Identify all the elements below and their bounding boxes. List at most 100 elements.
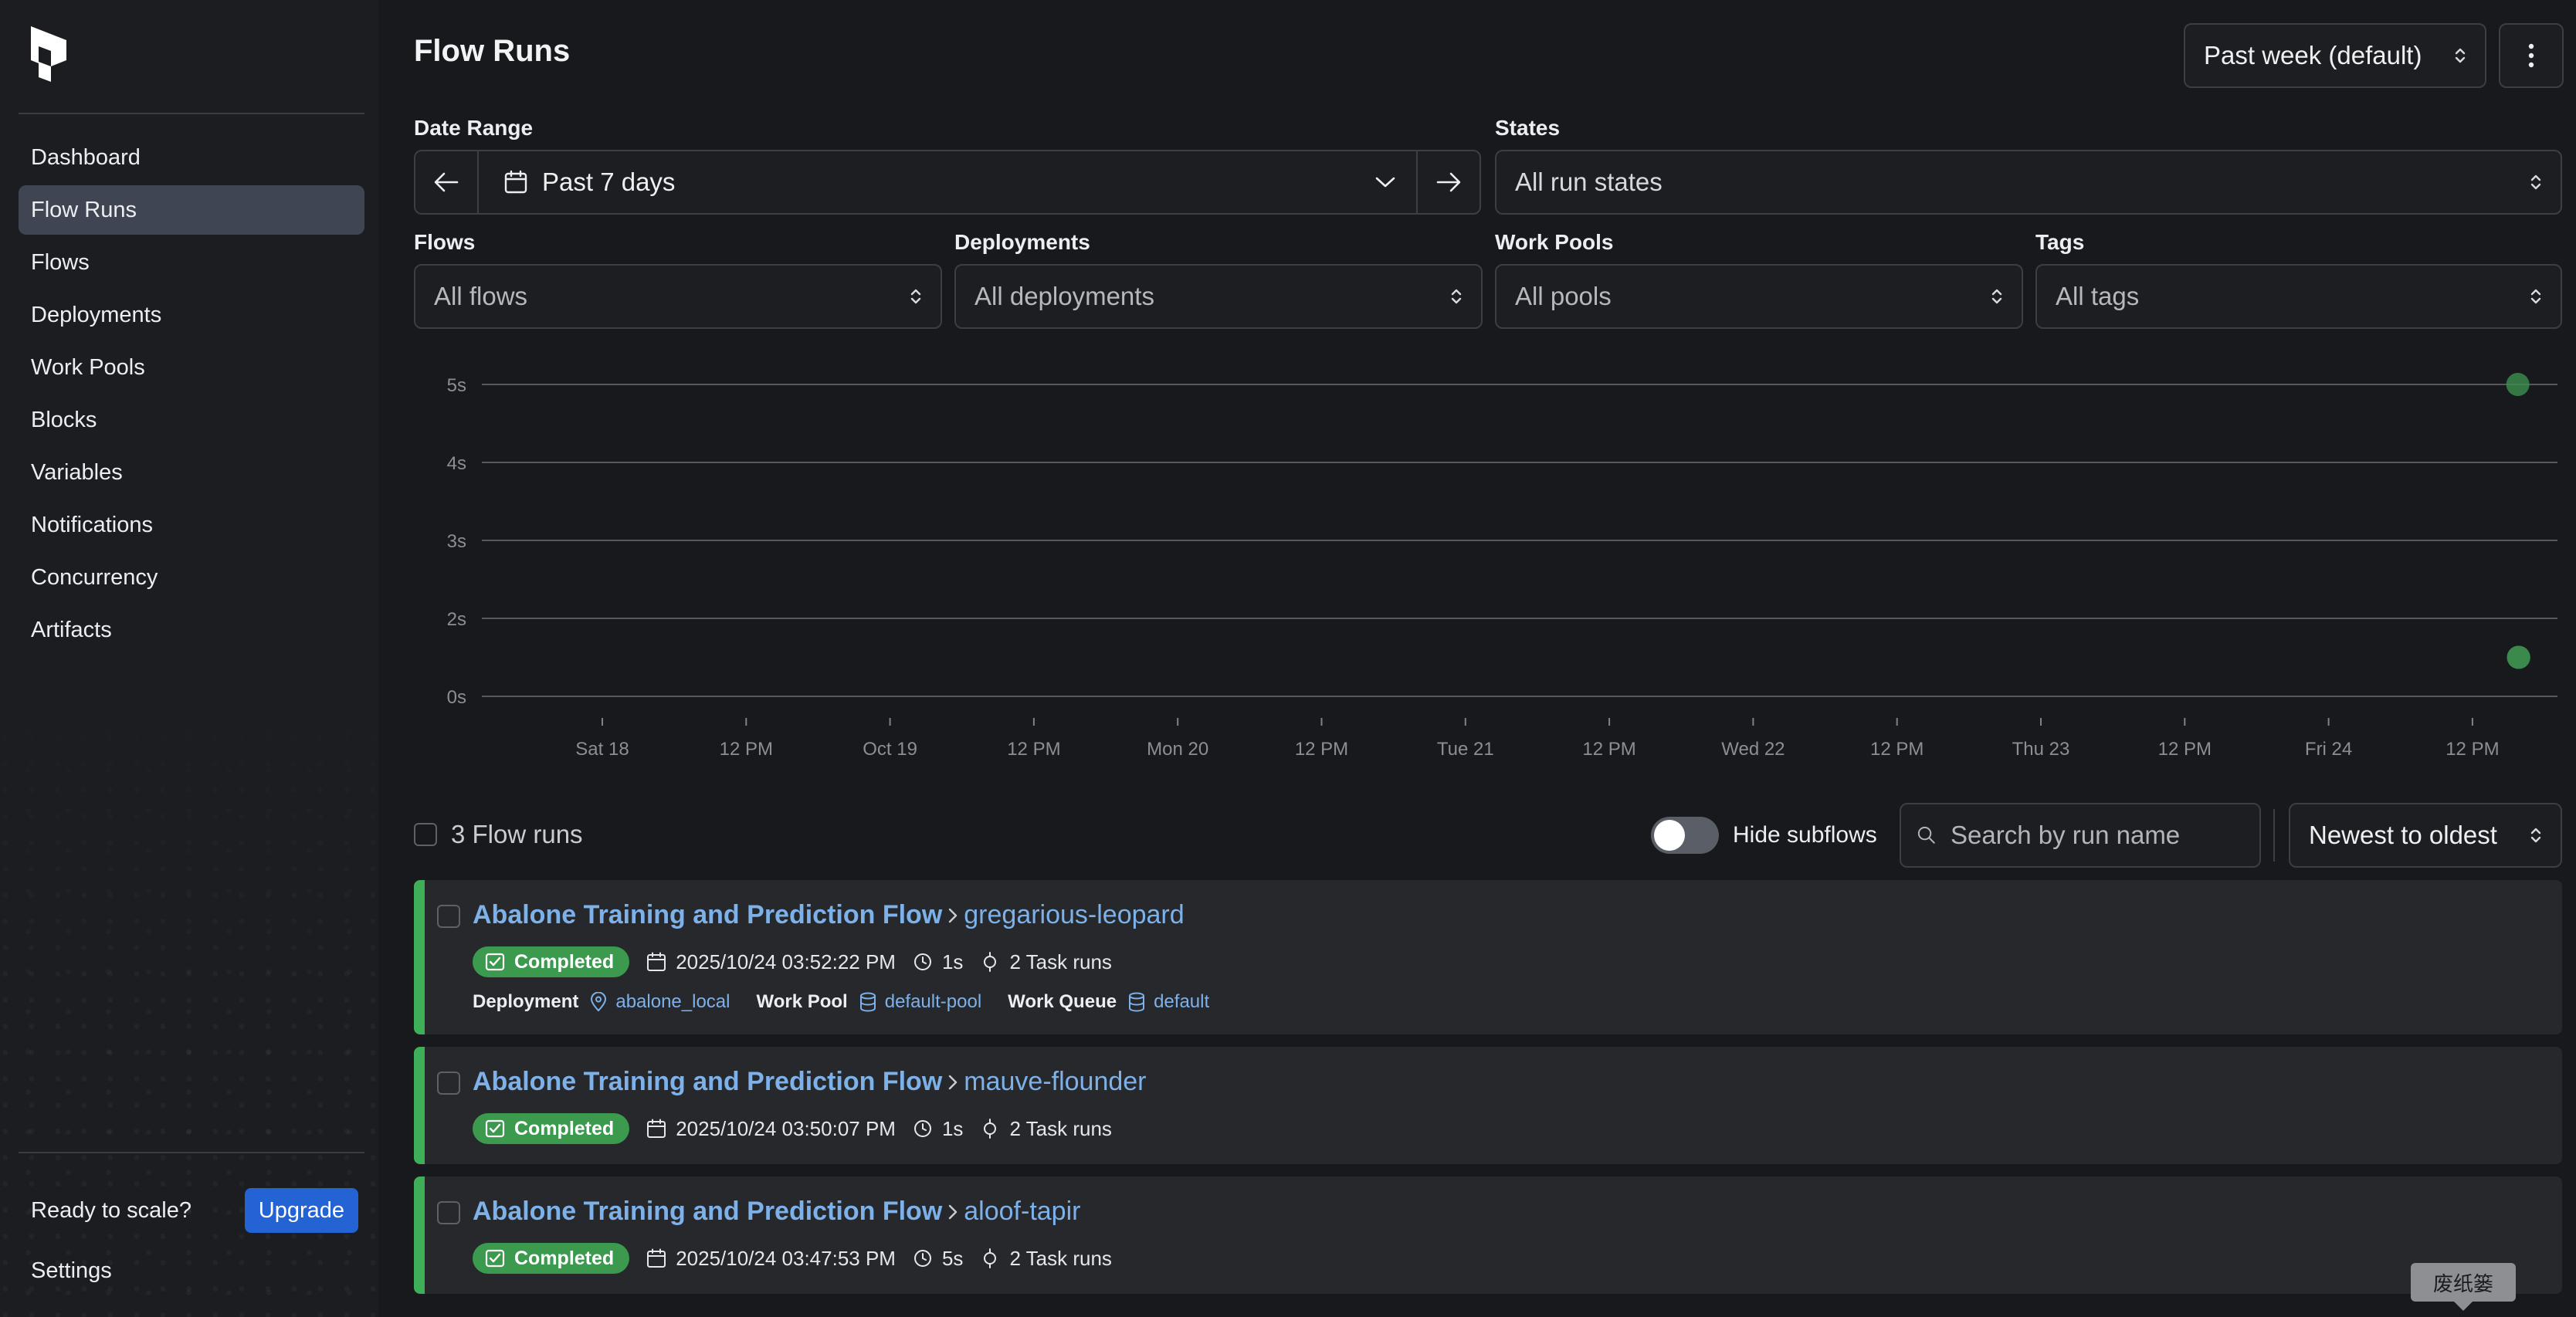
more-options-button[interactable] [2499, 23, 2564, 88]
breadcrumb-chevron-icon [947, 1073, 959, 1092]
clock-icon [913, 1120, 931, 1137]
flow-run-checkbox[interactable] [437, 1072, 460, 1095]
tags-value: All tags [2056, 282, 2140, 310]
x-tick-label: 12 PM [1870, 739, 1924, 760]
run-search [1900, 803, 2261, 868]
start-time-text: 2025/10/24 03:47:53 PM [676, 1246, 896, 1270]
x-tick-label: 12 PM [2158, 739, 2212, 760]
start-time-text: 2025/10/24 03:50:07 PM [676, 1116, 896, 1140]
upgrade-button[interactable]: Upgrade [244, 1188, 358, 1233]
deployments-select[interactable]: All deployments [954, 264, 1483, 329]
scatter-point [2506, 373, 2530, 396]
date-range-label: Date Range [414, 116, 534, 140]
sidebar-item-settings[interactable]: Settings [19, 1246, 112, 1295]
completed-check-icon [485, 953, 505, 971]
date-range-prev-button[interactable] [415, 151, 479, 213]
flow-runs-scatter-chart: 0s 2s 3s 4s 5s Sat 18 12 PM Oct 19 12 PM Mon 20 12… [447, 373, 2557, 760]
work-pools-select[interactable]: All pools [1495, 264, 2023, 329]
completed-check-icon [485, 1249, 505, 1268]
chevron-updown-icon [2530, 174, 2541, 190]
sidebar-item-blocks[interactable]: Blocks [19, 395, 364, 445]
sidebar-divider-bottom [19, 1152, 364, 1153]
deployment-link[interactable]: abalone_local [589, 991, 730, 1013]
sidebar: Dashboard Flow Runs Flows Deployments Wo… [0, 0, 378, 1317]
flow-run-title: Abalone Training and Prediction Flow mau… [473, 1067, 1147, 1097]
x-tick-label: Thu 23 [2012, 739, 2070, 760]
arrow-left-icon [434, 172, 459, 192]
x-tick-label: 12 PM [2446, 739, 2499, 760]
date-range-select[interactable]: Past 7 days [479, 151, 1416, 213]
hide-subflows-control: Hide subflows [1651, 817, 1877, 854]
clock-icon [913, 953, 931, 970]
task-runs-icon [984, 1248, 997, 1268]
chevron-updown-icon [2530, 289, 2541, 304]
sort-select[interactable]: Newest to oldest [2289, 803, 2562, 868]
calendar-icon [647, 1119, 666, 1138]
flow-name-link[interactable]: Abalone Training and Prediction Flow [473, 1067, 942, 1097]
flow-run-meta: Completed 2025/10/24 03:52:22 PM 1s 2 Ta… [473, 946, 1112, 977]
calendar-icon [504, 170, 527, 194]
x-tick-label: 12 PM [1295, 739, 1348, 760]
y-tick-label: 5s [447, 375, 466, 396]
x-tick-label: 12 PM [1007, 739, 1060, 760]
sidebar-item-deployments[interactable]: Deployments [19, 290, 364, 340]
sidebar-divider-top [19, 113, 364, 114]
task-runs-icon [984, 1119, 997, 1139]
flow-name-link[interactable]: Abalone Training and Prediction Flow [473, 900, 942, 930]
work-pool-label: Work Pool [756, 991, 848, 1012]
flows-value: All flows [434, 282, 528, 310]
flow-run-checkbox[interactable] [437, 905, 460, 928]
flows-select[interactable]: All flows [414, 264, 942, 329]
time-range-select[interactable]: Past week (default) [2184, 23, 2486, 88]
work-pools-label: Work Pools [1495, 230, 1614, 254]
tags-select[interactable]: All tags [2035, 264, 2562, 329]
states-select[interactable]: All run states [1495, 150, 2562, 215]
sidebar-item-variables[interactable]: Variables [19, 448, 364, 497]
sidebar-item-dashboard[interactable]: Dashboard [19, 133, 364, 182]
state-label: Completed [514, 1247, 615, 1269]
x-tick-label: Oct 19 [863, 739, 917, 760]
flow-run-name-link[interactable]: gregarious-leopard [964, 900, 1184, 930]
sidebar-item-notifications[interactable]: Notifications [19, 500, 364, 550]
database-icon [859, 992, 876, 1012]
x-tick-label: Fri 24 [2305, 739, 2352, 760]
select-all-checkbox[interactable] [414, 823, 437, 846]
flow-runs-count: 3 Flow runs [451, 820, 583, 848]
flow-run-card[interactable]: Abalone Training and Prediction Flow gre… [414, 880, 2562, 1034]
work-pool-link[interactable]: default-pool [859, 991, 981, 1013]
sidebar-item-concurrency[interactable]: Concurrency [19, 553, 364, 602]
sidebar-item-work-pools[interactable]: Work Pools [19, 343, 364, 392]
work-queue-link[interactable]: default [1127, 991, 1209, 1013]
flow-run-card[interactable]: Abalone Training and Prediction Flow alo… [414, 1176, 2562, 1294]
hide-subflows-toggle[interactable] [1651, 817, 1719, 854]
date-range-next-button[interactable] [1416, 151, 1480, 213]
date-range-picker: Past 7 days [414, 150, 1481, 215]
work-queue-label: Work Queue [1008, 991, 1117, 1012]
flow-run-checkbox[interactable] [437, 1201, 460, 1224]
calendar-icon [647, 1248, 666, 1268]
duration: 5s [913, 1247, 963, 1271]
task-runs-text: 2 Task runs [1009, 950, 1112, 973]
work-queue-name: default [1154, 991, 1210, 1012]
start-time: 2025/10/24 03:52:22 PM [646, 950, 896, 974]
sidebar-item-artifacts[interactable]: Artifacts [19, 605, 364, 655]
flow-run-name-link[interactable]: aloof-tapir [964, 1197, 1080, 1227]
flow-run-card[interactable]: Abalone Training and Prediction Flow mau… [414, 1047, 2562, 1164]
deployments-value: All deployments [974, 282, 1154, 310]
upgrade-row: Ready to scale? Upgrade [19, 1186, 358, 1235]
upgrade-prompt: Ready to scale? [31, 1197, 192, 1223]
sidebar-item-flows[interactable]: Flows [19, 238, 364, 287]
breadcrumb-chevron-icon [947, 906, 959, 925]
state-badge: Completed [473, 1113, 630, 1144]
x-tick-label: Tue 21 [1437, 739, 1494, 760]
completed-check-icon [485, 1119, 505, 1138]
task-runs: 2 Task runs [980, 1117, 1112, 1141]
search-input[interactable] [1951, 821, 2244, 850]
sidebar-item-flow-runs[interactable]: Flow Runs [19, 185, 364, 235]
flow-name-link[interactable]: Abalone Training and Prediction Flow [473, 1197, 942, 1227]
flow-run-name-link[interactable]: mauve-flounder [964, 1067, 1146, 1097]
x-tick-label: 12 PM [1582, 739, 1635, 760]
start-time: 2025/10/24 03:50:07 PM [646, 1117, 896, 1141]
prefect-logo-icon[interactable] [28, 23, 73, 85]
flow-runs-list-header: 3 Flow runs Hide subflows Newest to olde… [414, 803, 2562, 868]
